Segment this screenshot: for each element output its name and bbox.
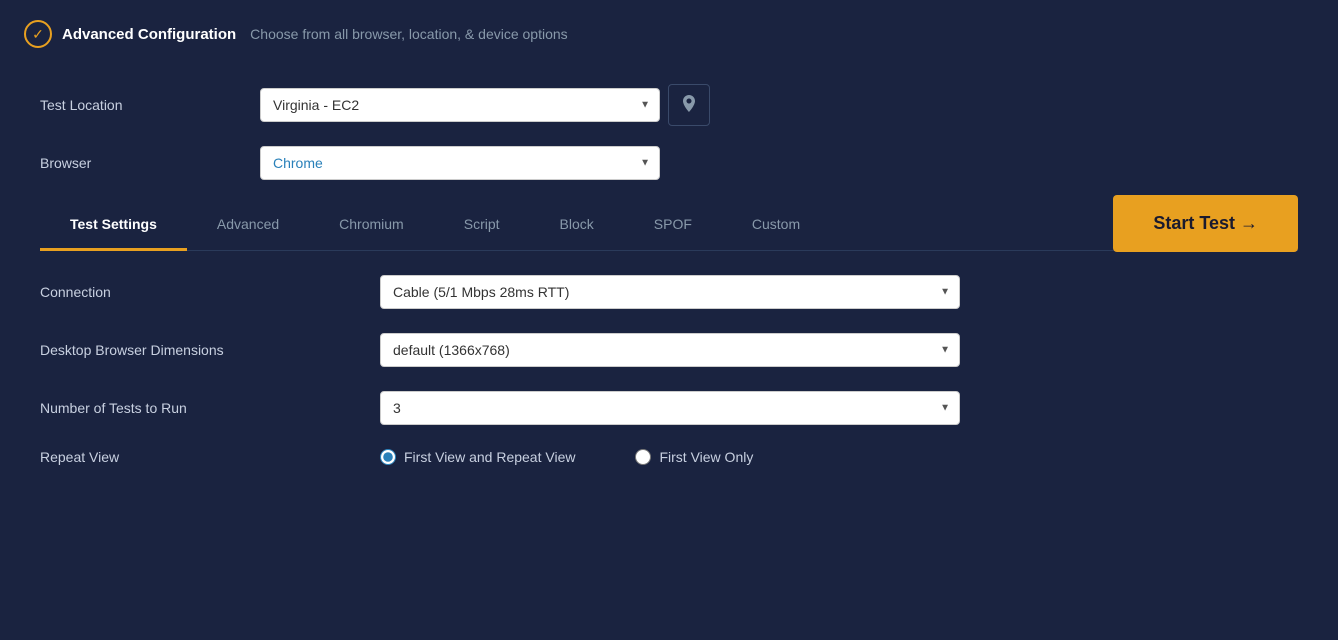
tests-select-wrapper: 1 2 3 4 5 6 7 8 9 xyxy=(380,391,960,425)
tab-content-test-settings: Connection Cable (5/1 Mbps 28ms RTT) DSL… xyxy=(40,251,1298,513)
advanced-config-icon: ✓ xyxy=(24,20,52,48)
dimensions-select-wrapper: default (1366x768) 1920x1080 1280x720 10… xyxy=(380,333,960,367)
location-select[interactable]: Virginia - EC2 California - EC2 Oregon -… xyxy=(260,88,660,122)
tab-test-settings[interactable]: Test Settings xyxy=(40,200,187,251)
connection-row: Connection Cable (5/1 Mbps 28ms RTT) DSL… xyxy=(40,275,1298,309)
tab-chromium[interactable]: Chromium xyxy=(309,200,434,251)
dimensions-label: Desktop Browser Dimensions xyxy=(40,342,380,358)
browser-select[interactable]: Chrome Firefox Safari Edge xyxy=(260,146,660,180)
browser-label: Browser xyxy=(40,155,260,171)
tab-script[interactable]: Script xyxy=(434,200,530,251)
radio-first-only[interactable]: First View Only xyxy=(635,449,753,465)
browser-select-wrapper: Chrome Firefox Safari Edge xyxy=(260,146,660,180)
location-control-group: Virginia - EC2 California - EC2 Oregon -… xyxy=(260,84,710,126)
header-subtitle: Choose from all browser, location, & dev… xyxy=(250,26,568,42)
test-location-label: Test Location xyxy=(40,97,260,113)
radio-first-and-repeat-label: First View and Repeat View xyxy=(404,449,575,465)
header-bar: ✓ Advanced Configuration Choose from all… xyxy=(0,0,1338,68)
tab-spof[interactable]: SPOF xyxy=(624,200,722,251)
tab-custom[interactable]: Custom xyxy=(722,200,830,251)
dimensions-row: Desktop Browser Dimensions default (1366… xyxy=(40,333,1298,367)
tabs-container: Test Settings Advanced Chromium Script B… xyxy=(40,200,1298,251)
tests-select[interactable]: 1 2 3 4 5 6 7 8 9 xyxy=(380,391,960,425)
radio-first-only-label: First View Only xyxy=(659,449,753,465)
location-select-wrapper: Virginia - EC2 California - EC2 Oregon -… xyxy=(260,88,660,122)
num-tests-label: Number of Tests to Run xyxy=(40,400,380,416)
tab-advanced[interactable]: Advanced xyxy=(187,200,309,251)
header-title: Advanced Configuration xyxy=(62,26,236,43)
connection-select-wrapper: Cable (5/1 Mbps 28ms RTT) DSL (1.5/0.384… xyxy=(380,275,960,309)
location-pin-button[interactable] xyxy=(668,84,710,126)
dimensions-select[interactable]: default (1366x768) 1920x1080 1280x720 10… xyxy=(380,333,960,367)
start-test-button[interactable]: Start Test → xyxy=(1113,195,1298,252)
test-location-row: Test Location Virginia - EC2 California … xyxy=(40,84,1298,126)
num-tests-row: Number of Tests to Run 1 2 3 4 5 6 7 8 9 xyxy=(40,391,1298,425)
radio-first-and-repeat[interactable]: First View and Repeat View xyxy=(380,449,575,465)
radio-first-and-repeat-input[interactable] xyxy=(380,449,396,465)
connection-label: Connection xyxy=(40,284,380,300)
repeat-view-row: Repeat View First View and Repeat View F… xyxy=(40,449,1298,465)
repeat-view-radio-group: First View and Repeat View First View On… xyxy=(380,449,753,465)
repeat-view-label: Repeat View xyxy=(40,449,380,465)
radio-first-only-input[interactable] xyxy=(635,449,651,465)
browser-row: Browser Chrome Firefox Safari Edge xyxy=(40,146,1298,180)
main-content: Test Location Virginia - EC2 California … xyxy=(0,68,1338,529)
connection-select[interactable]: Cable (5/1 Mbps 28ms RTT) DSL (1.5/0.384… xyxy=(380,275,960,309)
tab-block[interactable]: Block xyxy=(530,200,624,251)
